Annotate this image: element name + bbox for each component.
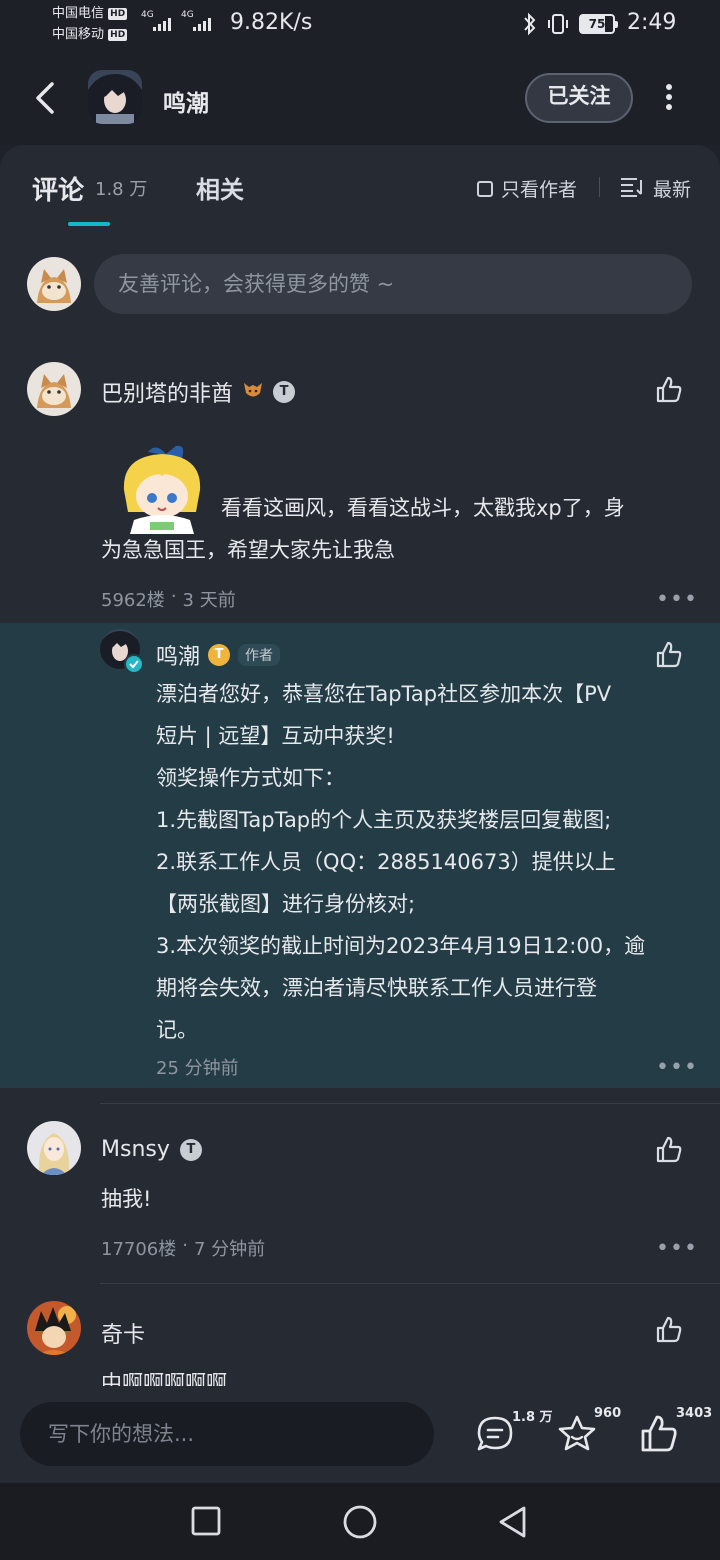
filter-divider [599,177,600,197]
comment-text: 抽我! [101,1187,152,1211]
bluetooth-icon [522,11,538,41]
sort-label: 最新 [653,179,692,201]
comments-count: 1.8 万 [95,179,148,200]
circle-nav-icon[interactable] [342,1504,378,1544]
comment-text-line1: 看看这画风，看看这战斗，太戳我xp了，身 [221,496,625,520]
comment-user-row: 巴别塔的非酋 T [101,376,296,408]
comment-meta: 5962楼 · 3 天前 [101,586,236,612]
verified-icon [124,654,144,674]
more-options-icon[interactable]: ••• [656,587,698,612]
author-tag: 作者 [238,644,281,666]
triangle-nav-icon[interactable] [496,1504,530,1544]
comment-meta: 17706楼 · 7 分钟前 [101,1235,265,1261]
comment-input[interactable]: 友善评论，会获得更多的赞 ~ [94,254,692,314]
app-header: 鸣潮 已关注 [0,50,720,145]
clock: 2:49 [627,10,677,35]
my-avatar[interactable] [27,257,81,311]
thumb-up-icon[interactable] [654,640,684,674]
avatar[interactable] [27,1121,81,1175]
meta-separator: · [182,1235,188,1256]
comment-text-clip: 中啊啊啊啊啊 [101,1362,227,1386]
sort-button[interactable]: 最新 [619,175,691,202]
fox-emoji-icon [241,377,265,407]
reply-line-5: 2.联系工作人员（QQ：2885140673）提供以上 [156,850,616,874]
reply-line-6: 【两张截图】进行身份核对; [156,892,416,916]
thumb-up-icon[interactable] [654,1135,684,1169]
user-name[interactable]: Msnsy [101,1137,170,1162]
tap-badge-icon: T [273,381,296,403]
signal-2-icon: 4G [181,10,211,33]
thumb-up-icon[interactable] [638,1413,680,1459]
floor-number: 17706楼 [101,1239,177,1260]
author-only-filter[interactable]: 只看作者 [477,175,577,202]
star-icon[interactable] [556,1413,598,1459]
favorite-count: 960 [594,1406,622,1421]
user-name[interactable]: 奇卡 [101,1317,145,1349]
reply-line-4: 1.先截图TapTap的个人主页及获奖楼层回复截图; [156,808,612,832]
tap-badge-gold-icon: T [208,644,231,666]
battery-icon: 75 [579,14,618,34]
reply-time: 25 分钟前 [156,1058,239,1079]
floor-number: 5962楼 [101,590,165,611]
page-title: 鸣潮 [163,91,209,117]
comment-text-line2: 为急急国王，希望大家先让我急 [101,538,395,562]
reply-line-1: 漂泊者您好，恭喜您在TapTap社区参加本次【PV [156,682,612,706]
square-nav-icon[interactable] [190,1505,222,1541]
thumb-up-icon[interactable] [654,1315,684,1349]
tab-underline [68,222,110,226]
network-speed: 9.82K/s [230,10,313,35]
tab-related[interactable]: 相关 [196,170,244,205]
tab-comments[interactable]: 评论 [32,170,84,207]
divider [100,1103,720,1104]
reply-user-row: 鸣潮 T 作者 [156,639,281,671]
divider [100,1283,720,1284]
reply-line-2: 短片 | 远望】互动中获奖! [156,724,395,748]
like-count: 3403 [676,1406,713,1421]
anime-sticker [110,442,214,538]
meta-separator: · [170,586,177,607]
author-only-label: 只看作者 [501,179,578,201]
avatar[interactable] [27,1301,81,1355]
reply-line-3: 领奖操作方式如下： [156,766,345,790]
avatar[interactable] [27,362,81,416]
sort-icon [619,176,645,202]
user-name[interactable]: 巴别塔的非酋 [101,376,233,408]
comment-user-row: Msnsy T [101,1137,202,1162]
comment-time: 7 分钟前 [194,1239,266,1260]
tap-badge-icon: T [179,1138,202,1161]
vibrate-icon [546,12,570,40]
reply-user-name[interactable]: 鸣潮 [156,639,200,671]
reply-line-9: 记。 [156,1018,198,1042]
status-bar: 中国电信 HD 中国移动 HD 4G 4G 9.82K/s 75 2:49 [0,0,720,50]
back-icon[interactable] [28,78,62,118]
comment-icon[interactable] [475,1414,515,1458]
more-vertical-icon[interactable] [660,82,678,112]
reply-line-8: 期将会失效，漂泊者请尽快联系工作人员进行登 [156,976,597,1000]
signal-1-icon: 4G [141,10,171,33]
carrier-2: 中国移动 HD [52,27,128,42]
more-options-icon[interactable]: ••• [656,1055,698,1080]
carrier-1: 中国电信 HD [52,6,128,21]
reply-line-7: 3.本次领奖的截止时间为2023年4月19日12:00，逾 [156,934,646,958]
game-avatar[interactable] [88,70,142,124]
thumb-up-icon[interactable] [654,375,684,409]
comment-time: 3 天前 [182,590,236,611]
more-options-icon[interactable]: ••• [656,1236,698,1261]
system-navbar [0,1483,720,1560]
reply-input[interactable]: 写下你的想法... [20,1402,434,1466]
checkbox-icon[interactable] [477,180,493,197]
comment-count: 1.8 万 [512,1410,553,1425]
comment-text: 中啊啊啊啊啊 [101,1371,227,1386]
follow-button[interactable]: 已关注 [525,73,633,123]
